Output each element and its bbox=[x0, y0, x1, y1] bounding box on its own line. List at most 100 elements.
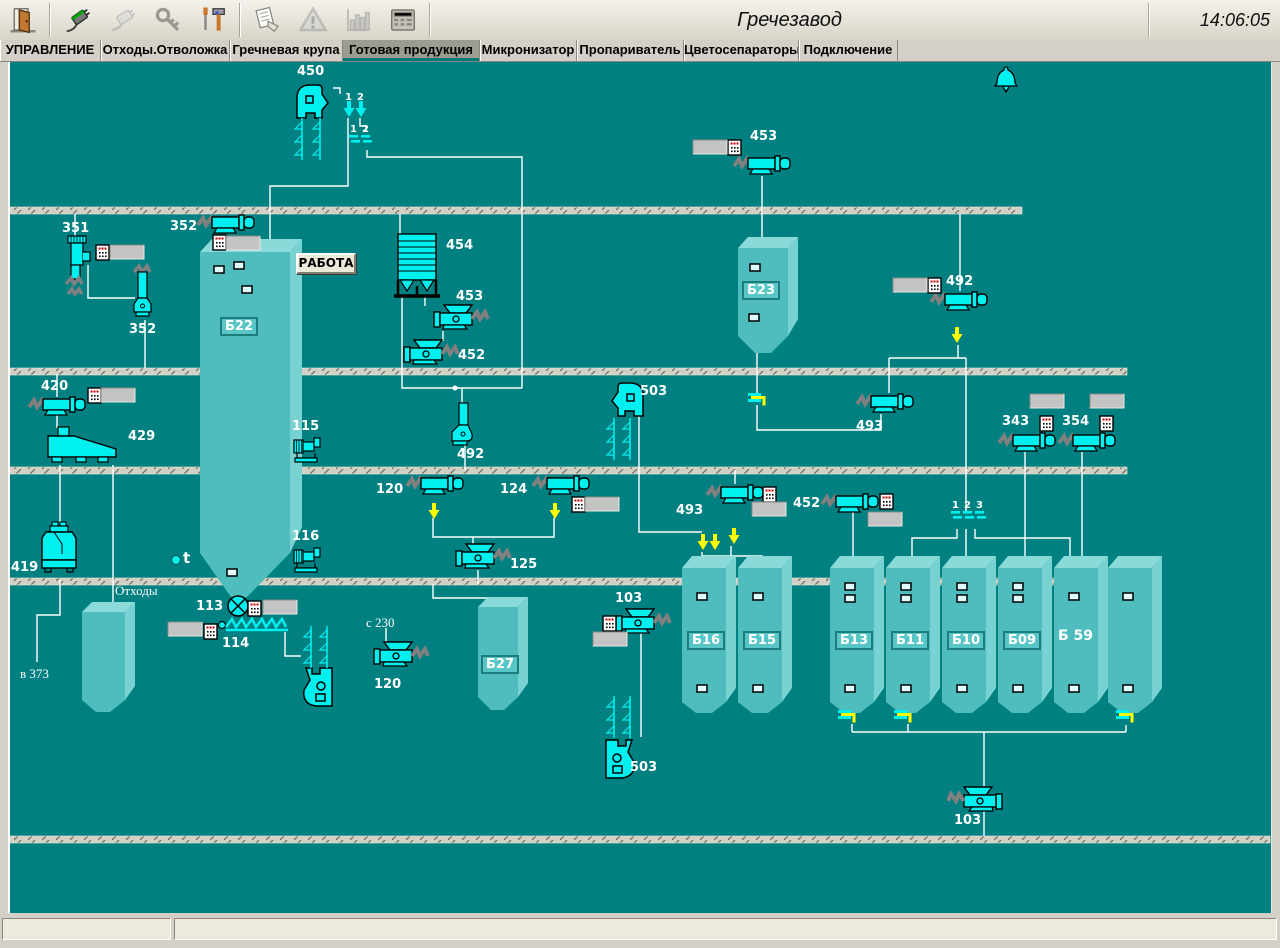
indicator-114[interactable] bbox=[204, 624, 217, 639]
bin-label-b23[interactable]: Б23 bbox=[742, 281, 780, 300]
flow-arrow bbox=[710, 534, 721, 550]
bin-label-b16[interactable]: Б16 bbox=[687, 631, 725, 650]
conveyor-120[interactable] bbox=[407, 476, 463, 494]
trends-button[interactable] bbox=[335, 1, 380, 39]
motor-116[interactable] bbox=[294, 548, 320, 572]
key-button[interactable] bbox=[145, 1, 190, 39]
tab-podklyuchenie[interactable]: Подключение bbox=[799, 40, 898, 61]
chart-icon bbox=[343, 5, 373, 35]
tab-grechnevaya-krupa[interactable]: Гречневая крупа bbox=[230, 40, 343, 61]
connect-button[interactable] bbox=[55, 1, 100, 39]
indicator-103-left[interactable] bbox=[603, 616, 616, 631]
indicator-113[interactable] bbox=[248, 601, 261, 616]
bin-label-b10[interactable]: Б10 bbox=[947, 631, 985, 650]
alarm-bell-icon[interactable] bbox=[995, 67, 1017, 92]
display-352 bbox=[226, 236, 260, 250]
exit-button[interactable] bbox=[0, 1, 45, 39]
temperature-dot[interactable] bbox=[172, 556, 181, 565]
settings-button[interactable] bbox=[190, 1, 235, 39]
tab-othody-otvolozhka[interactable]: Отходы.Отволожка bbox=[101, 40, 230, 61]
rotary-valve-113[interactable] bbox=[228, 596, 248, 616]
tab-mikronizator[interactable]: Микронизатор bbox=[480, 40, 577, 61]
feeder-103-low[interactable] bbox=[948, 787, 1002, 811]
flow-arrow bbox=[698, 534, 709, 550]
bin-label-b13[interactable]: Б13 bbox=[835, 631, 873, 650]
conveyor-354[interactable] bbox=[1059, 433, 1115, 451]
display-103-left bbox=[593, 632, 627, 646]
motor-115[interactable] bbox=[294, 438, 320, 462]
level-sensor bbox=[1013, 583, 1023, 590]
label-453-mid: 453 bbox=[456, 289, 483, 304]
indicator-453-top[interactable] bbox=[728, 140, 741, 155]
feeder-103-left[interactable] bbox=[616, 609, 670, 633]
status-bar bbox=[0, 913, 1280, 948]
indicator-420[interactable] bbox=[88, 388, 101, 403]
indicator-124[interactable] bbox=[572, 497, 585, 512]
screw-114[interactable] bbox=[219, 619, 289, 630]
feeder-230[interactable] bbox=[374, 642, 428, 666]
elevator-head-503[interactable] bbox=[612, 383, 643, 416]
bucket-chain-120 bbox=[320, 626, 327, 668]
feeder-125[interactable] bbox=[456, 544, 510, 568]
duct-492-mid[interactable] bbox=[452, 403, 472, 445]
conveyor-493-low[interactable] bbox=[707, 485, 763, 503]
indicator-343[interactable] bbox=[1040, 416, 1053, 431]
bucket-chain-503-low bbox=[607, 696, 614, 738]
indicator-493-low[interactable] bbox=[763, 487, 776, 502]
bin-label-b15[interactable]: Б15 bbox=[743, 631, 781, 650]
flap-valve-b23[interactable] bbox=[748, 393, 764, 406]
conveyor-352-top[interactable] bbox=[198, 215, 254, 233]
feeder-452-mid[interactable] bbox=[404, 340, 458, 364]
conveyor-493-top[interactable] bbox=[857, 394, 913, 412]
bin-label-b09[interactable]: Б09 bbox=[1003, 631, 1041, 650]
separator-429[interactable] bbox=[48, 427, 116, 462]
tab-proparivatel[interactable]: Пропариватель bbox=[577, 40, 684, 61]
label-103-low: 103 bbox=[954, 813, 981, 828]
label-429: 429 bbox=[128, 429, 155, 444]
conveyor-420[interactable] bbox=[29, 397, 85, 415]
elevator-boot-120[interactable] bbox=[304, 668, 332, 706]
indicator-351[interactable] bbox=[96, 245, 109, 260]
status-panel-left bbox=[2, 918, 171, 940]
label-493-low: 493 bbox=[676, 503, 703, 518]
three-way-valve-2[interactable] bbox=[963, 511, 974, 519]
tab-upravlenie[interactable]: УПРАВЛЕНИЕ bbox=[0, 40, 101, 61]
bin-label-b27[interactable]: Б27 bbox=[481, 655, 519, 674]
bin-label-b22[interactable]: Б22 bbox=[220, 317, 258, 336]
machine-352-low[interactable] bbox=[134, 266, 151, 316]
report-button[interactable] bbox=[245, 1, 290, 39]
machine-351[interactable] bbox=[66, 236, 90, 294]
indicator-452-right[interactable] bbox=[880, 494, 893, 509]
conveyor-453-top[interactable] bbox=[734, 156, 790, 174]
tab-cvetoseparatory[interactable]: Цветосепараторы bbox=[684, 40, 799, 61]
tab-gotovaya-produkciya[interactable]: Готовая продукция bbox=[343, 40, 480, 61]
conveyor-343[interactable] bbox=[999, 433, 1055, 451]
mini-valve-1[interactable] bbox=[349, 135, 360, 143]
indicator-354[interactable] bbox=[1100, 416, 1113, 431]
display-453-top bbox=[693, 140, 727, 154]
bin-unlabeled bbox=[1108, 556, 1162, 713]
indicator-492-right[interactable] bbox=[928, 278, 941, 293]
disconnect-button[interactable] bbox=[100, 1, 145, 39]
conveyor-452-right[interactable] bbox=[822, 494, 878, 512]
conveyor-492-right[interactable] bbox=[931, 292, 987, 310]
three-way-valve-1[interactable] bbox=[951, 511, 962, 519]
route-arrow-cyan bbox=[356, 101, 367, 117]
feeder-453-mid[interactable] bbox=[434, 305, 488, 329]
alarms-button[interactable] bbox=[290, 1, 335, 39]
device-panel-button[interactable] bbox=[380, 1, 425, 39]
label-114: 114 bbox=[222, 636, 249, 651]
bin-label-b11[interactable]: Б11 bbox=[891, 631, 929, 650]
bin-label-b59[interactable]: Б 59 bbox=[1055, 629, 1096, 644]
level-sensor bbox=[1013, 595, 1023, 602]
indicator-352[interactable] bbox=[213, 235, 226, 250]
bucket-chain-503 bbox=[607, 418, 614, 460]
three-way-valve-3[interactable] bbox=[975, 511, 986, 519]
conveyor-124[interactable] bbox=[533, 476, 589, 494]
machine-419[interactable] bbox=[42, 522, 76, 572]
elevator-head-450[interactable] bbox=[297, 85, 328, 118]
level-sensor bbox=[957, 595, 967, 602]
mini-valve-2[interactable] bbox=[361, 135, 372, 143]
level-sensor bbox=[1123, 593, 1133, 600]
sifter-454[interactable] bbox=[394, 234, 440, 296]
